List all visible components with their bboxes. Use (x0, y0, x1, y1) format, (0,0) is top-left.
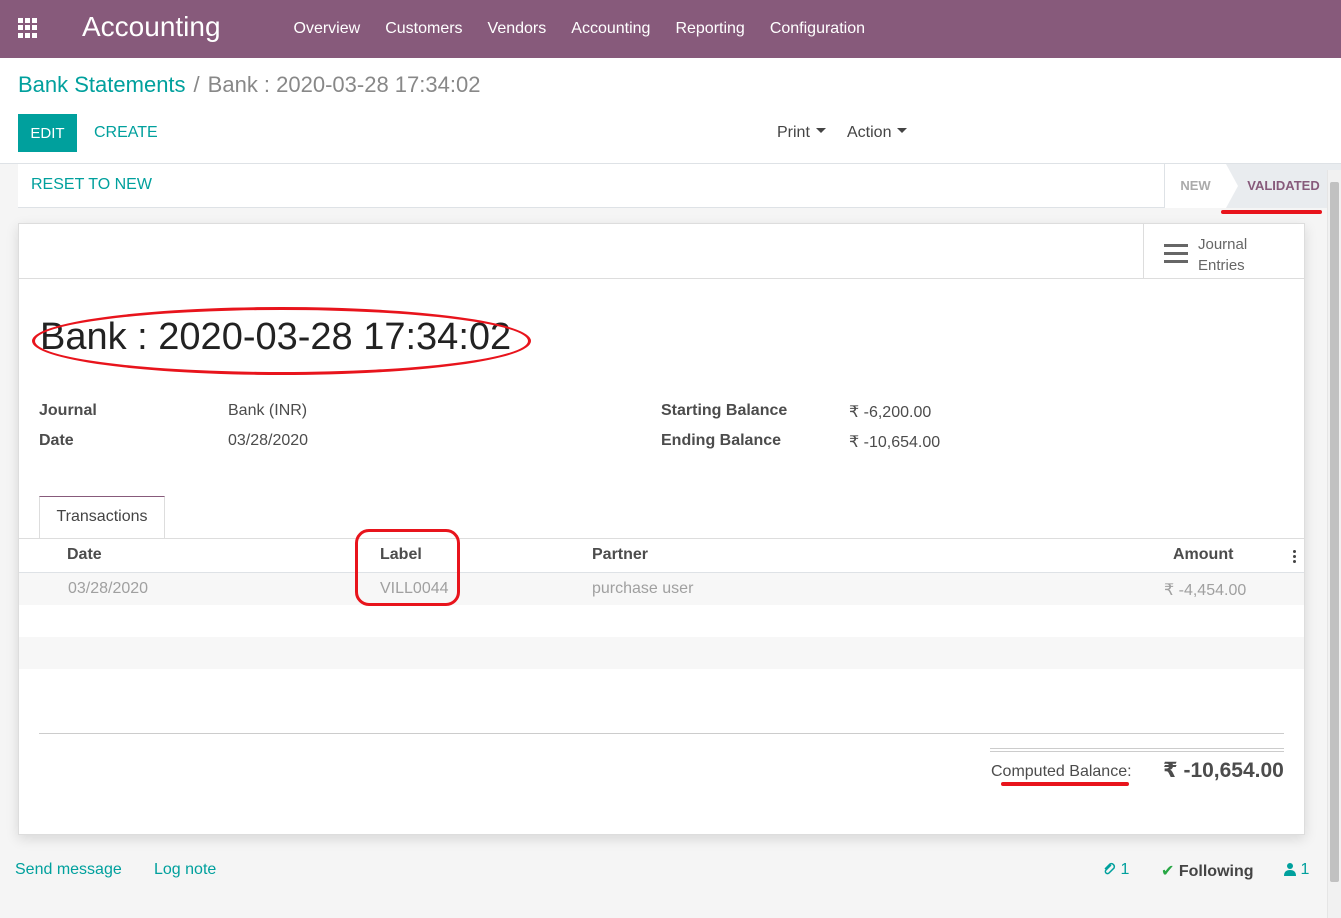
top-navbar: Accounting Overview Customers Vendors Ac… (0, 0, 1341, 58)
journal-entries-label: Journal Entries (1198, 234, 1247, 276)
followers-button[interactable]: 1 (1284, 861, 1309, 879)
table-empty-row (19, 637, 1304, 669)
journal-label: Journal (39, 402, 97, 419)
journal-entries-button[interactable]: Journal Entries (1143, 224, 1304, 278)
menu-overview[interactable]: Overview (281, 20, 373, 38)
date-label: Date (39, 432, 74, 449)
app-brand[interactable]: Accounting (82, 11, 221, 43)
attachments-button[interactable]: 1 (1102, 861, 1129, 879)
control-panel: Bank Statements / Bank : 2020-03-28 17:3… (0, 58, 1341, 164)
log-note-link[interactable]: Log note (154, 861, 216, 879)
journal-value[interactable]: Bank (INR) (228, 402, 307, 420)
starting-balance-value: ₹ -6,200.00 (849, 404, 932, 421)
create-button[interactable]: CREATE (94, 114, 158, 152)
status-bar: RESET TO NEW NEW VALIDATED (18, 164, 1341, 208)
stage-validated[interactable]: VALIDATED (1226, 164, 1341, 208)
column-options-icon[interactable] (1293, 550, 1297, 565)
breadcrumb-separator: / (193, 72, 200, 97)
tab-transactions[interactable]: Transactions (39, 496, 165, 539)
followers-count: 1 (1300, 861, 1310, 878)
button-box: Journal Entries (19, 224, 1304, 279)
record-title: Bank : 2020-03-28 17:34:02 (40, 316, 512, 358)
menu-configuration[interactable]: Configuration (757, 20, 877, 38)
edit-button[interactable]: EDIT (18, 114, 77, 152)
chatter-bar: Send message Log note 1 ✔ Following 1 (0, 852, 1327, 892)
computed-balance-value: ₹ -10,654.00 (1163, 759, 1284, 782)
action-label: Action (847, 124, 892, 141)
ending-balance-label: Ending Balance (661, 432, 782, 449)
print-label: Print (777, 124, 810, 141)
starting-balance-label: Starting Balance (661, 402, 788, 419)
action-dropdown[interactable]: Action (847, 114, 908, 152)
table-empty-row (19, 605, 1304, 637)
main-menu: Overview Customers Vendors Accounting Re… (281, 0, 877, 58)
breadcrumb-bank-statements[interactable]: Bank Statements (18, 72, 186, 98)
date-value: 03/28/2020 (228, 432, 309, 449)
apps-grid-icon[interactable] (18, 18, 40, 38)
column-amount[interactable]: Amount (1173, 546, 1233, 564)
totals-divider (990, 751, 1284, 752)
cell-label: VILL0044 (380, 580, 449, 597)
stage-new[interactable]: NEW (1164, 164, 1226, 208)
print-dropdown[interactable]: Print (777, 114, 826, 152)
vertical-scrollbar[interactable] (1327, 170, 1341, 918)
menu-reporting[interactable]: Reporting (663, 20, 757, 38)
annotation-underline-validated (1221, 210, 1322, 214)
column-label[interactable]: Label (380, 546, 422, 564)
table-header: Date Label Partner Amount (19, 539, 1304, 573)
user-icon (1284, 863, 1296, 876)
computed-balance-label: Computed Balance: (991, 763, 1132, 780)
scrollbar-thumb[interactable] (1330, 182, 1339, 882)
send-message-link[interactable]: Send message (15, 861, 122, 879)
following-button[interactable]: ✔ Following (1161, 861, 1254, 881)
breadcrumb-current: Bank : 2020-03-28 17:34:02 (207, 72, 481, 97)
journal-entries-line1: Journal (1198, 236, 1248, 253)
following-label: Following (1178, 863, 1254, 880)
cell-amount: ₹ -4,454.00 (1164, 582, 1247, 599)
ending-balance-value: ₹ -10,654.00 (849, 434, 941, 451)
breadcrumb: Bank Statements / Bank : 2020-03-28 17:3… (18, 72, 480, 98)
list-icon (1164, 244, 1188, 268)
stage-pipeline: NEW VALIDATED (1164, 164, 1341, 208)
menu-accounting[interactable]: Accounting (559, 20, 663, 38)
reset-to-new-button[interactable]: RESET TO NEW (31, 176, 152, 194)
column-date[interactable]: Date (67, 546, 102, 564)
table-row[interactable]: 03/28/2020 VILL0044 purchase user ₹ -4,4… (19, 573, 1304, 605)
menu-customers[interactable]: Customers (373, 20, 475, 38)
caret-down-icon (815, 128, 826, 134)
column-partner[interactable]: Partner (592, 546, 648, 564)
form-sheet: Journal Entries Bank : 2020-03-28 17:34:… (18, 223, 1305, 835)
check-icon: ✔ (1161, 863, 1175, 880)
menu-vendors[interactable]: Vendors (475, 20, 559, 38)
journal-entries-line2: Entries (1198, 257, 1245, 274)
caret-down-icon (897, 128, 908, 134)
cell-date: 03/28/2020 (68, 580, 149, 597)
paperclip-icon (1104, 862, 1116, 875)
table-footer-divider (39, 733, 1284, 734)
table-empty-row (19, 669, 1304, 701)
totals-divider (990, 748, 1284, 749)
attachments-count: 1 (1120, 861, 1130, 878)
cell-partner: purchase user (592, 580, 694, 597)
